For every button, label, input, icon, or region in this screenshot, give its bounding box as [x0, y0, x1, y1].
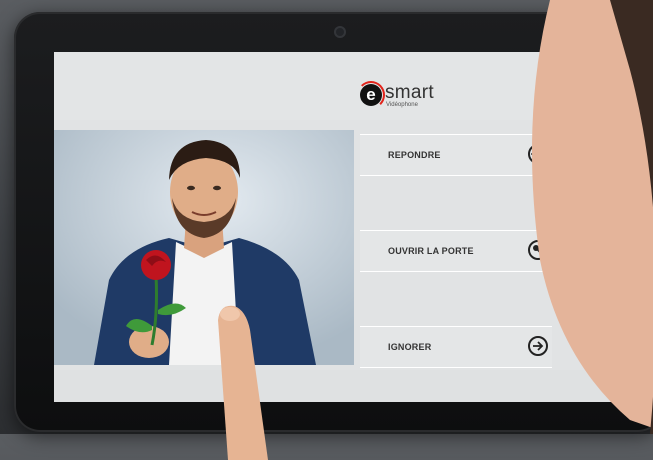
- pointing-finger: [218, 305, 268, 460]
- ignore-label: IGNORER: [388, 342, 432, 352]
- open-door-label: OUVRIR LA PORTE: [388, 246, 474, 256]
- visitor-video-image: [54, 130, 354, 365]
- person-face: [532, 0, 653, 434]
- logo-subtitle: Vidéophone: [386, 101, 418, 108]
- logo-text: smart Vidéophone: [385, 83, 434, 108]
- logo-name: smart: [385, 81, 434, 103]
- answer-label: REPONDRE: [388, 150, 441, 160]
- esmart-logo: e smart Vidéophone: [357, 80, 434, 110]
- logo-mark: e: [357, 81, 385, 109]
- video-feed: [54, 130, 354, 365]
- front-camera: [334, 26, 346, 38]
